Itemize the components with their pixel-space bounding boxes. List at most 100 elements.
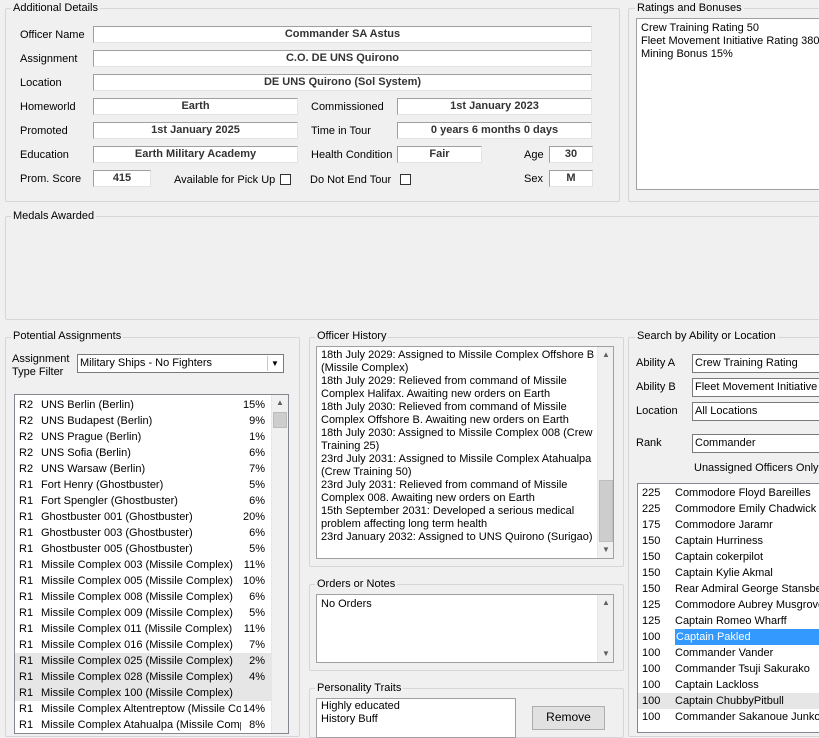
list-item[interactable]: R1 Missile Complex 025 (Missile Complex) 2… xyxy=(15,653,271,669)
list-item[interactable]: R1 Missile Complex 016 (Missile Complex) 7… xyxy=(15,637,271,653)
health-condition-field[interactable]: Fair xyxy=(397,146,482,163)
list-item[interactable]: 100 Commander Vander xyxy=(638,645,819,661)
list-item[interactable]: 100 Captain ChubbyPitbull xyxy=(638,693,819,709)
list-item[interactable]: R1 Missile Complex Atahualpa (Missile Com… xyxy=(15,717,271,733)
ability-b-select[interactable]: Fleet Movement Initiative R xyxy=(692,378,819,397)
education-field[interactable]: Earth Military Academy xyxy=(93,146,298,163)
sex-field[interactable]: M xyxy=(549,170,593,187)
assignment-rank-code: R1 xyxy=(19,639,34,651)
do-not-end-tour-label: Do Not End Tour xyxy=(310,174,392,186)
assignment-percent: 14% xyxy=(242,703,265,715)
history-line: 18th July 2030: Assigned to Missile Comp… xyxy=(321,427,593,439)
assignment-type-filter-select[interactable]: Military Ships - No Fighters ▼ xyxy=(77,354,284,373)
scroll-up-icon[interactable]: ▲ xyxy=(272,395,288,411)
assignment-field[interactable]: C.O. DE UNS Quirono xyxy=(93,50,592,67)
rank-label: Rank xyxy=(636,437,662,449)
list-item[interactable]: R2 UNS Prague (Berlin) 1% xyxy=(15,429,271,445)
assignment-percent: 5% xyxy=(249,607,265,619)
assignment-percent: 9% xyxy=(249,415,265,427)
list-item[interactable]: 100 Captain Lackloss xyxy=(638,677,819,693)
list-item[interactable]: 150 Captain Kylie Akmal xyxy=(638,565,819,581)
list-item[interactable]: R1 Missile Complex 005 (Missile Complex) 1… xyxy=(15,573,271,589)
scroll-down-icon[interactable]: ▼ xyxy=(598,646,613,662)
list-item[interactable]: R1 Ghostbuster 003 (Ghostbuster) 6% xyxy=(15,525,271,541)
list-item[interactable]: R1 Missile Complex Altentreptow (Missile … xyxy=(15,701,271,717)
assignment-filter-label: Assignment xyxy=(12,353,70,365)
list-item[interactable]: R1 Ghostbuster 001 (Ghostbuster) 20% xyxy=(15,509,271,525)
list-item[interactable]: 150 Captain Hurriness xyxy=(638,533,819,549)
location-field[interactable]: DE UNS Quirono (Sol System) xyxy=(93,74,592,91)
history-line: 18th July 2029: Assigned to Missile Comp… xyxy=(321,349,595,361)
orders-scrollbar[interactable]: ▲ ▼ xyxy=(597,595,613,662)
assignment-name: UNS Prague (Berlin) xyxy=(41,431,142,443)
scroll-thumb[interactable] xyxy=(273,412,287,428)
list-item[interactable]: 100 Commander Sakanoue Junko xyxy=(638,709,819,725)
list-item[interactable]: R1 Missile Complex 028 (Missile Complex) 4… xyxy=(15,669,271,685)
list-item[interactable]: 125 Commodore Aubrey Musgrove xyxy=(638,597,819,613)
homeworld-field[interactable]: Earth xyxy=(93,98,298,115)
ability-a-select[interactable]: Crew Training Rating xyxy=(692,354,819,373)
list-item[interactable]: R1 Missile Complex 009 (Missile Complex) 5… xyxy=(15,605,271,621)
potential-scrollbar[interactable]: ▲ xyxy=(271,395,288,733)
list-item[interactable]: R2 UNS Sofia (Berlin) 6% xyxy=(15,445,271,461)
assignment-name: Missile Complex 008 (Missile Complex) xyxy=(41,591,233,603)
list-item[interactable]: R1 Missile Complex 100 (Missile Complex) xyxy=(15,685,271,701)
list-item[interactable]: 125 Captain Romeo Wharff xyxy=(638,613,819,629)
assignment-name: Missile Complex 100 (Missile Complex) xyxy=(41,687,233,699)
assignment-percent: 1% xyxy=(249,431,265,443)
scroll-down-icon[interactable]: ▼ xyxy=(598,542,613,558)
commissioned-field[interactable]: 1st January 2023 xyxy=(397,98,592,115)
time-in-tour-field[interactable]: 0 years 6 months 0 days xyxy=(397,122,592,139)
assignment-rank-code: R1 xyxy=(19,575,34,587)
age-field[interactable]: 30 xyxy=(549,146,593,163)
remove-trait-button[interactable]: Remove xyxy=(532,706,605,730)
scroll-up-icon[interactable]: ▲ xyxy=(598,595,613,611)
assignment-rank-code: R1 xyxy=(19,495,34,507)
orders-notes-text[interactable]: No Orders ▲ ▼ xyxy=(316,594,614,663)
list-item[interactable]: 225 Commodore Floyd Bareilles xyxy=(638,485,819,501)
list-item[interactable]: R2 UNS Berlin (Berlin) 15% xyxy=(15,397,271,413)
officer-history-text[interactable]: 23rd January 2032: Assigned to UNS Quiro… xyxy=(316,346,614,559)
available-pickup-checkbox[interactable] xyxy=(280,174,291,185)
assignment-name: UNS Warsaw (Berlin) xyxy=(41,463,146,475)
type-filter-label: Type Filter xyxy=(12,366,64,378)
list-item[interactable]: R1 Missile Complex 011 (Missile Complex) 1… xyxy=(15,621,271,637)
scroll-up-icon[interactable]: ▲ xyxy=(598,347,613,363)
chevron-down-icon[interactable]: ▼ xyxy=(267,356,282,371)
personality-traits-list[interactable]: Highly educated History Buff xyxy=(316,698,516,738)
potential-assignments-list[interactable]: R1 Missile Complex Atahualpa (Missile Com… xyxy=(14,394,289,734)
assignment-name: Missile Complex 009 (Missile Complex) xyxy=(41,607,233,619)
scroll-thumb[interactable] xyxy=(599,480,613,542)
list-item[interactable]: R1 Ghostbuster 005 (Ghostbuster) 5% xyxy=(15,541,271,557)
assignment-name: Ghostbuster 003 (Ghostbuster) xyxy=(41,527,193,539)
list-item[interactable]: R2 UNS Budapest (Berlin) 9% xyxy=(15,413,271,429)
unassigned-only-label[interactable]: Unassigned Officers Only xyxy=(694,461,819,475)
prom-score-field[interactable]: 415 xyxy=(93,170,151,187)
officer-search-results-list[interactable]: 225 Commodore Floyd Bareilles 225 Commodore… xyxy=(637,483,819,733)
officer-name-label: Officer Name xyxy=(20,29,85,41)
assignment-rank-code: R2 xyxy=(19,431,34,443)
list-item[interactable]: R2 UNS Warsaw (Berlin) 7% xyxy=(15,461,271,477)
do-not-end-tour-checkbox[interactable] xyxy=(400,174,411,185)
list-item[interactable]: 225 Commodore Emily Chadwick xyxy=(638,501,819,517)
list-item[interactable]: R1 Fort Spengler (Ghostbuster) 6% xyxy=(15,493,271,509)
list-item[interactable]: R1 Missile Complex 008 (Missile Complex) 6… xyxy=(15,589,271,605)
list-item[interactable]: 100 Captain Pakled xyxy=(638,629,819,645)
education-label: Education xyxy=(20,149,69,161)
history-line: 18th July 2029: Relieved from command of… xyxy=(321,375,567,387)
search-location-select[interactable]: All Locations xyxy=(692,402,819,421)
rank-select[interactable]: Commander xyxy=(692,434,819,453)
officer-name-field[interactable]: Commander SA Astus xyxy=(93,26,592,43)
list-item[interactable]: 100 Commander Tsuji Sakurako xyxy=(638,661,819,677)
ratings-list[interactable]: Crew Training Rating 50 Fleet Movement I… xyxy=(636,18,819,190)
list-item[interactable]: 175 Commodore Jaramr xyxy=(638,517,819,533)
list-item[interactable]: 150 Rear Admiral George Stansber xyxy=(638,581,819,597)
assignment-name: Missile Complex 025 (Missile Complex) xyxy=(41,655,233,667)
promoted-field[interactable]: 1st January 2025 xyxy=(93,122,298,139)
assignment-name: Missile Complex Atahualpa (Missile Compl xyxy=(41,719,241,731)
history-scrollbar[interactable]: ▲ ▼ xyxy=(597,347,613,558)
list-item[interactable]: 150 Captain cokerpilot xyxy=(638,549,819,565)
list-item[interactable]: R1 Fort Henry (Ghostbuster) 5% xyxy=(15,477,271,493)
potential-assignments-title: Potential Assignments xyxy=(11,330,124,342)
list-item[interactable]: R1 Missile Complex 003 (Missile Complex) 1… xyxy=(15,557,271,573)
